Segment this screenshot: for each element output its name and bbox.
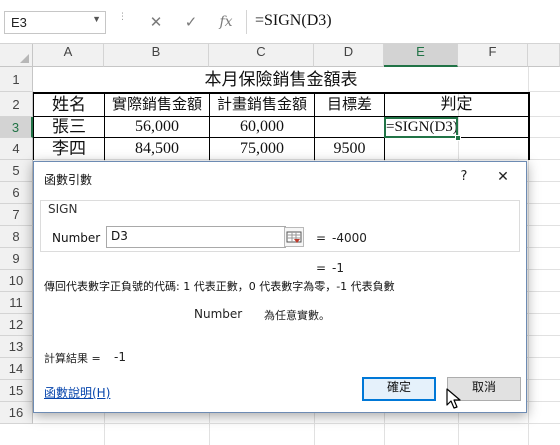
insert-function-button[interactable]: fx (213, 10, 239, 34)
row-header-13[interactable]: 13 (0, 336, 33, 358)
cancel-entry-button[interactable]: ✕ (143, 10, 169, 34)
confirm-entry-button[interactable]: ✓ (178, 10, 204, 34)
fill-handle[interactable] (455, 135, 461, 141)
row-header-4[interactable]: 4 (0, 138, 33, 160)
row-header-9[interactable]: 9 (0, 248, 33, 270)
cell-b4[interactable]: 84,500 (105, 138, 209, 160)
function-description: 傳回代表數字正負號的代碼: 1 代表正數，0 代表數字為零，-1 代表負數 (44, 280, 395, 293)
table-border (528, 92, 530, 160)
row-header-1[interactable]: 1 (0, 67, 33, 92)
function-arguments-dialog: 函數引數 ? ✕ SIGN Number D3 = -4000 = -1 傳回代… (33, 161, 527, 413)
row-header-15[interactable]: 15 (0, 380, 33, 402)
column-header-d[interactable]: D (314, 44, 384, 67)
chevron-down-icon[interactable]: ▼ (92, 14, 101, 24)
drag-handle-icon[interactable]: ⋮ (118, 13, 127, 32)
row-header-10[interactable]: 10 (0, 270, 33, 292)
arg-help-text: 為任意實數。 (264, 309, 330, 322)
cell-d4[interactable]: 9500 (315, 138, 384, 160)
header-cell-judge[interactable]: 判定 (385, 94, 528, 116)
name-box-value: E3 (11, 15, 27, 30)
cell-e4[interactable] (385, 138, 528, 160)
row-header-5[interactable]: 5 (0, 160, 33, 182)
column-header-c[interactable]: C (209, 44, 314, 67)
column-header-a[interactable]: A (33, 44, 104, 67)
row-header-7[interactable]: 7 (0, 204, 33, 226)
select-all-button[interactable] (0, 44, 33, 67)
arg-equals: = (316, 231, 327, 245)
row-header-2[interactable]: 2 (0, 92, 33, 117)
header-cell-name[interactable]: 姓名 (34, 94, 104, 116)
select-all-icon (20, 54, 29, 63)
header-cell-diff[interactable]: 目標差 (315, 94, 384, 116)
cell-a4[interactable]: 李四 (34, 138, 104, 160)
column-header-e[interactable]: E (384, 44, 458, 67)
cell-b3[interactable]: 56,000 (105, 117, 209, 137)
ok-button[interactable]: 確定 (362, 377, 436, 401)
header-cell-plan[interactable]: 計畫銷售金額 (210, 94, 314, 116)
dialog-title: 函數引數 (44, 173, 93, 187)
function-help-link[interactable]: 函數說明(H) (44, 384, 110, 401)
column-header-f[interactable]: F (458, 44, 528, 67)
help-icon[interactable]: ? (454, 167, 474, 187)
row-header-12[interactable]: 12 (0, 314, 33, 336)
header-cell-actual[interactable]: 實際銷售金額 (105, 94, 209, 116)
column-header-g[interactable] (528, 44, 560, 67)
title-merged-cell[interactable]: 本月保險銷售金額表 (34, 67, 528, 92)
number-arg-label: Number (52, 231, 101, 245)
arg-help-name: Number (194, 307, 243, 321)
formula-bar: E3 ▼ ⋮ ✕ ✓ fx =SIGN(D3) (0, 0, 560, 44)
arg-evaluated-value: -4000 (332, 231, 367, 245)
formula-result-preview: -1 (332, 261, 344, 275)
row-header-3[interactable]: 3 (0, 117, 33, 138)
calc-result-label: 計算結果 = (44, 352, 101, 365)
row-header-11[interactable]: 11 (0, 292, 33, 314)
row-header-16[interactable]: 16 (0, 402, 33, 424)
function-name: SIGN (48, 202, 78, 216)
collapse-dialog-button[interactable] (284, 227, 304, 247)
column-header-b[interactable]: B (104, 44, 209, 67)
name-box[interactable]: E3 ▼ (4, 11, 106, 34)
row-header-6[interactable]: 6 (0, 182, 33, 204)
sheet-title: 本月保險銷售金額表 (204, 70, 358, 89)
number-arg-input[interactable]: D3 (106, 226, 286, 248)
cell-d3[interactable] (315, 117, 384, 137)
mouse-pointer-icon (446, 388, 461, 409)
range-select-icon (286, 231, 302, 243)
close-icon[interactable]: ✕ (492, 167, 514, 187)
calc-result-value: -1 (114, 350, 126, 364)
gridline (33, 423, 560, 424)
formula-input[interactable]: =SIGN(D3) (246, 10, 560, 34)
active-cell-outline (384, 117, 458, 138)
cell-c3[interactable]: 60,000 (210, 117, 314, 137)
result-equals: = (316, 261, 327, 275)
row-header-8[interactable]: 8 (0, 226, 33, 248)
cell-a3[interactable]: 張三 (34, 117, 104, 137)
cell-c4[interactable]: 75,000 (210, 138, 314, 160)
row-header-14[interactable]: 14 (0, 358, 33, 380)
